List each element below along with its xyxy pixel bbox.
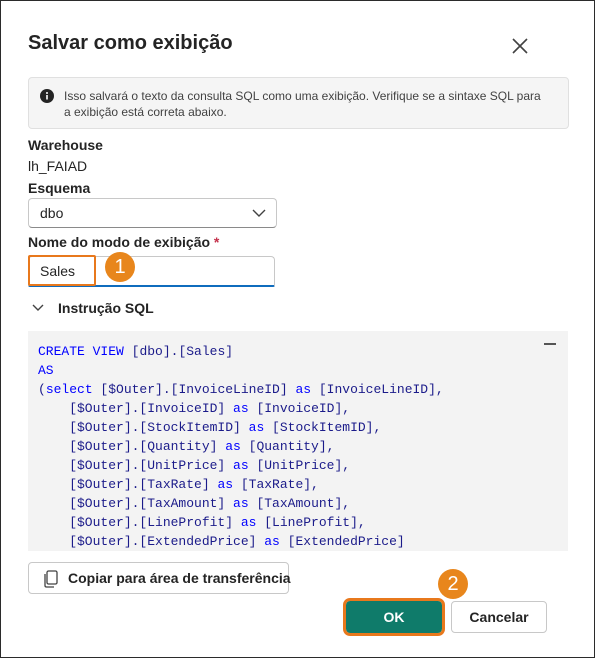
sql-code-line: CREATE VIEW [dbo].[Sales]	[38, 344, 234, 359]
info-text: Isso salvará o texto da consulta SQL com…	[64, 89, 541, 119]
view-name-label-text: Nome do modo de exibição	[28, 234, 211, 250]
scrollbar-indicator[interactable]	[544, 343, 556, 345]
schema-selected-value: dbo	[40, 205, 64, 221]
callout-2: 2	[438, 569, 468, 599]
sql-code-text: CREATE VIEW [dbo].[Sales] AS (select [$Out…	[38, 342, 444, 551]
view-name-input[interactable]	[28, 256, 275, 287]
warehouse-label: Warehouse	[28, 137, 103, 153]
info-icon	[40, 89, 54, 103]
sql-section-label: Instrução SQL	[58, 300, 154, 316]
copy-icon	[44, 570, 58, 588]
required-mark: *	[213, 234, 220, 250]
sql-code-editor[interactable]: CREATE VIEW [dbo].[Sales] AS (select [$Out…	[28, 331, 568, 551]
callout-1: 1	[105, 252, 135, 282]
close-button[interactable]	[508, 34, 532, 58]
sql-code-line: [$Outer].[TaxRate] as [TaxRate],	[38, 477, 319, 492]
warehouse-value: lh_FAIAD	[28, 158, 88, 174]
schema-label: Esquema	[28, 180, 91, 196]
info-message-bar: Isso salvará o texto da consulta SQL com…	[28, 77, 569, 129]
chevron-down-icon	[252, 209, 266, 217]
sql-code-line: [$Outer].[Quantity] as [Quantity],	[38, 439, 335, 454]
sql-code-line: [$Outer].[LineProfit] as [LineProfit],	[38, 515, 366, 530]
sql-code-line: [$Outer].[TaxAmount] as [TaxAmount],	[38, 496, 351, 511]
save-as-view-dialog: Salvar como exibição Isso salvará o text…	[0, 0, 595, 658]
ok-button[interactable]: OK	[343, 598, 445, 636]
view-name-label: Nome do modo de exibição *	[28, 234, 219, 250]
sql-code-line: [$Outer].[ExtendedPrice] as [ExtendedPri…	[38, 534, 405, 549]
chevron-down-icon	[32, 304, 44, 311]
sql-code-line: [$Outer].[StockItemID] as [StockItemID],	[38, 420, 382, 435]
sql-code-line: [$Outer].[UnitPrice] as [UnitPrice],	[38, 458, 351, 473]
cancel-button[interactable]: Cancelar	[451, 601, 547, 633]
sql-code-line: (select [$Outer].[InvoiceLineID] as [Inv…	[38, 382, 444, 397]
dialog-title: Salvar como exibição	[28, 32, 233, 54]
sql-code-line: [$Outer].[InvoiceID] as [InvoiceID],	[38, 401, 351, 416]
close-icon	[512, 38, 528, 54]
sql-code-line: AS	[38, 363, 54, 378]
copy-to-clipboard-button[interactable]: Copiar para área de transferência	[28, 562, 291, 594]
copy-button-label: Copiar para área de transferência	[68, 570, 291, 586]
schema-dropdown[interactable]: dbo	[28, 198, 277, 228]
